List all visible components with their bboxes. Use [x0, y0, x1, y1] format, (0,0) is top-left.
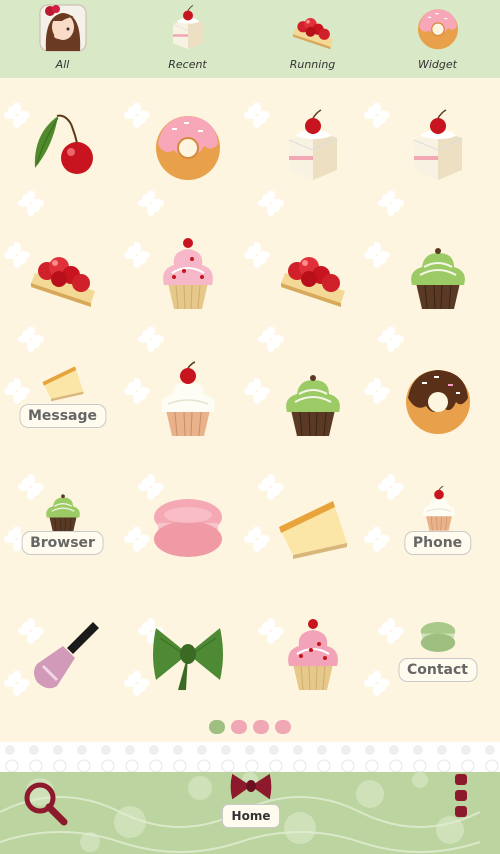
shortcut-browser[interactable]: Browser: [0, 463, 125, 590]
app-icon-pink-cupcake-2[interactable]: [250, 590, 375, 717]
app-icon-green-cupcake[interactable]: [375, 209, 500, 336]
tab-label: Running: [289, 58, 336, 71]
white-cupcake-icon: [415, 485, 463, 533]
green-cupcake-icon: [38, 485, 88, 535]
menu-dot-icon: [455, 806, 467, 817]
top-tab-bar: All Recent Running Widget: [0, 0, 500, 78]
tab-running[interactable]: Running: [250, 0, 375, 78]
menu-dot-icon: [455, 790, 467, 801]
page-dot[interactable]: [253, 720, 269, 734]
red-bow-icon: [226, 764, 276, 808]
cheesecake-icon: [33, 358, 93, 406]
page-dot-active[interactable]: [209, 720, 225, 734]
app-icon-cherry-tart-2[interactable]: [250, 209, 375, 336]
green-macaron-icon: [413, 614, 463, 660]
green-cupcake-icon: [273, 360, 353, 440]
app-icon-pink-cupcake[interactable]: [125, 209, 250, 336]
pink-donut-icon: [148, 106, 228, 186]
donut-icon: [413, 3, 463, 53]
app-icon-cherry[interactable]: [0, 82, 125, 209]
menu-dot-icon: [455, 774, 467, 785]
app-icon-nail-polish[interactable]: [0, 590, 125, 717]
shortcut-label: Browser: [21, 531, 104, 555]
search-icon: [24, 782, 68, 826]
tab-label: All: [55, 58, 70, 71]
cake-slice-icon: [273, 106, 353, 186]
white-cupcake-icon: [148, 360, 228, 440]
tab-recent[interactable]: Recent: [125, 0, 250, 78]
app-icon-green-bow[interactable]: [125, 590, 250, 717]
app-icon-cheesecake[interactable]: [250, 463, 375, 590]
shortcut-label: Message: [18, 404, 107, 428]
chocolate-donut-icon: [398, 360, 478, 440]
pink-cupcake-icon: [273, 614, 353, 694]
tab-all[interactable]: All: [0, 0, 125, 78]
menu-button[interactable]: [450, 774, 472, 820]
nail-polish-icon: [23, 614, 103, 694]
cake-slice-icon: [398, 106, 478, 186]
app-icon-cake-slice[interactable]: [250, 82, 375, 209]
green-bow-icon: [148, 614, 228, 694]
shortcut-contact[interactable]: Contact: [375, 590, 500, 717]
page-dot[interactable]: [275, 720, 291, 734]
home-label: Home: [222, 804, 280, 828]
green-cupcake-icon: [398, 233, 478, 313]
cherry-tart-icon: [273, 233, 353, 313]
pink-cupcake-icon: [148, 233, 228, 313]
pink-macaron-icon: [148, 487, 228, 567]
shortcut-label: Phone: [403, 531, 472, 555]
search-button[interactable]: [20, 778, 70, 828]
app-icon-chocolate-donut[interactable]: [375, 336, 500, 463]
cherry-tart-icon: [288, 3, 338, 53]
home-screen: Message Browser Phone Contact: [0, 78, 500, 742]
page-indicator[interactable]: [206, 720, 296, 740]
cheesecake-icon: [273, 487, 353, 567]
shortcut-label: Contact: [398, 658, 477, 682]
girl-avatar-icon: [38, 3, 88, 53]
tab-label: Recent: [168, 58, 207, 71]
cherry-icon: [23, 106, 103, 186]
app-icon-pink-macaron[interactable]: [125, 463, 250, 590]
cake-slice-icon: [163, 3, 213, 53]
tab-widget[interactable]: Widget: [375, 0, 500, 78]
app-icon-donut-pink[interactable]: [125, 82, 250, 209]
cherry-tart-icon: [23, 233, 103, 313]
shortcut-message[interactable]: Message: [0, 336, 125, 463]
app-icon-cherry-tart[interactable]: [0, 209, 125, 336]
tab-label: Widget: [418, 58, 457, 71]
home-button[interactable]: Home: [218, 770, 284, 830]
page-dot[interactable]: [231, 720, 247, 734]
app-icon-white-cupcake[interactable]: [125, 336, 250, 463]
app-icon-green-cupcake-2[interactable]: [250, 336, 375, 463]
shortcut-phone[interactable]: Phone: [375, 463, 500, 590]
app-icon-cake-slice-2[interactable]: [375, 82, 500, 209]
